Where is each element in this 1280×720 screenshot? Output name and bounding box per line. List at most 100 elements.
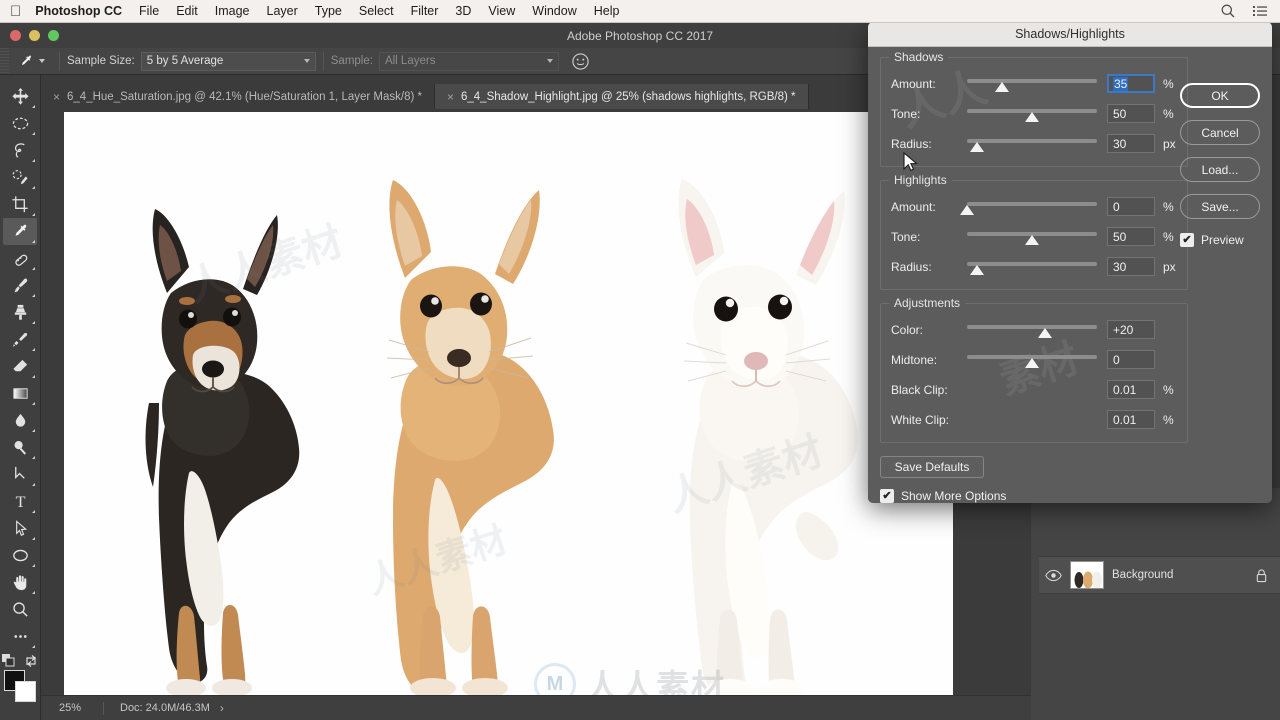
clone-stamp-tool[interactable] [3, 299, 37, 326]
cancel-button[interactable]: Cancel [1180, 120, 1260, 145]
shadows-radius-value: 30 [1113, 136, 1127, 151]
sample-size-value: 5 by 5 Average [146, 55, 224, 67]
save-button[interactable]: Save... [1180, 194, 1260, 219]
shadows-radius-slider[interactable] [967, 135, 1097, 153]
slider-thumb[interactable] [970, 141, 985, 152]
lasso-tool[interactable] [3, 137, 37, 164]
sample-size-select[interactable]: 5 by 5 Average [140, 51, 316, 71]
sample-ring-icon[interactable] [571, 52, 590, 71]
zoom-tool[interactable] [3, 596, 37, 623]
tool-flyout-indicator [32, 456, 35, 459]
eyedropper-tool[interactable] [3, 218, 37, 245]
highlights-tone-input[interactable]: 50 [1107, 227, 1155, 246]
gradient-tool[interactable] [3, 380, 37, 407]
adjustments-color-slider[interactable] [967, 321, 1097, 339]
adjustments-white-clip-input[interactable]: 0.01 [1107, 410, 1155, 429]
adjustments-color-value: +20 [1113, 322, 1134, 337]
menu-item-edit[interactable]: Edit [176, 4, 198, 18]
type-tool[interactable]: T [3, 488, 37, 515]
slider-thumb[interactable] [1025, 357, 1039, 368]
adjustments-color-input[interactable]: +20 [1107, 320, 1155, 339]
document-tab-hue-saturation[interactable]: × 6_4_Hue_Saturation.jpg @ 42.1% (Hue/Sa… [41, 84, 435, 109]
menu-item-file[interactable]: File [139, 4, 159, 18]
pen-tool[interactable] [3, 461, 37, 488]
menu-item-select[interactable]: Select [359, 4, 394, 18]
default-colors-icon[interactable] [2, 654, 16, 668]
status-menu-arrow-icon[interactable]: › [220, 701, 224, 715]
layer-row-background[interactable]: Background [1039, 556, 1280, 594]
adjustments-midtone-input[interactable]: 0 [1107, 350, 1155, 369]
slider-thumb[interactable] [995, 81, 1010, 92]
sample-select[interactable]: All Layers [378, 51, 559, 71]
menu-item-photoshop[interactable]: Photoshop CC [35, 4, 122, 18]
slider-thumb[interactable] [1025, 234, 1039, 245]
highlights-amount-slider[interactable] [960, 198, 1097, 216]
minimize-button[interactable] [29, 30, 40, 41]
adjustments-black-clip-input[interactable]: 0.01 [1107, 380, 1155, 399]
preview-checkbox[interactable]: ✔ [1180, 233, 1194, 247]
slider-thumb[interactable] [1025, 111, 1039, 122]
close-button[interactable] [10, 30, 21, 41]
zoom-button[interactable] [48, 30, 59, 41]
brush-tool[interactable] [3, 272, 37, 299]
menu-item-type[interactable]: Type [315, 4, 342, 18]
search-icon[interactable] [1220, 3, 1236, 19]
menu-item-view[interactable]: View [488, 4, 515, 18]
zoom-level[interactable]: 25% [41, 702, 103, 714]
eraser-tool[interactable] [3, 353, 37, 380]
menu-item-help[interactable]: Help [594, 4, 620, 18]
slider-thumb[interactable] [960, 204, 974, 215]
crop-tool[interactable] [3, 191, 37, 218]
shadows-tone-slider[interactable] [967, 105, 1097, 123]
highlights-tone-slider[interactable] [967, 228, 1097, 246]
marquee-tool[interactable] [3, 110, 37, 137]
close-icon[interactable]: × [53, 91, 60, 103]
swap-colors-icon[interactable] [24, 654, 38, 668]
path-selection-tool[interactable] [3, 515, 37, 542]
hand-tool[interactable] [3, 569, 37, 596]
slider-thumb[interactable] [1038, 327, 1052, 338]
lock-icon[interactable] [1255, 568, 1268, 583]
menu-item-3d[interactable]: 3D [455, 4, 471, 18]
show-more-options-row[interactable]: ✔ Show More Options [880, 489, 1260, 503]
menu-item-image[interactable]: Image [215, 4, 250, 18]
tool-flyout-indicator [32, 348, 35, 351]
save-defaults-button[interactable]: Save Defaults [880, 456, 984, 478]
move-tool[interactable] [3, 83, 37, 110]
preview-row[interactable]: ✔ Preview [1180, 233, 1260, 247]
background-color-swatch[interactable] [15, 681, 36, 702]
quick-selection-tool[interactable] [3, 164, 37, 191]
layer-thumbnail[interactable] [1070, 561, 1104, 589]
ok-button[interactable]: OK [1180, 83, 1260, 108]
healing-brush-tool[interactable] [3, 245, 37, 272]
menu-item-layer[interactable]: Layer [267, 4, 298, 18]
shape-tool[interactable] [3, 542, 37, 569]
highlights-amount-input[interactable]: 0 [1107, 197, 1155, 216]
shadows-amount-slider[interactable] [967, 75, 1097, 93]
load-button[interactable]: Load... [1180, 157, 1260, 182]
menu-item-window[interactable]: Window [532, 4, 576, 18]
history-brush-tool[interactable] [3, 326, 37, 353]
blur-tool[interactable] [3, 407, 37, 434]
options-bar-grip[interactable] [0, 48, 9, 74]
dodge-tool[interactable] [3, 434, 37, 461]
active-tool-preset[interactable] [9, 53, 52, 70]
shadows-radius-input[interactable]: 30 [1107, 134, 1155, 153]
shadows-amount-input[interactable]: 35 [1107, 74, 1155, 93]
slider-thumb[interactable] [970, 264, 985, 275]
document-artboard[interactable]: 人人素材 人人素材 人人素材 M 人人素材 [64, 112, 953, 695]
highlights-radius-slider[interactable] [967, 258, 1097, 276]
eye-icon[interactable] [1045, 569, 1062, 582]
adjustments-midtone-slider[interactable] [967, 351, 1097, 369]
shadows-tone-input[interactable]: 50 [1107, 104, 1155, 123]
document-tab-shadow-highlight[interactable]: × 6_4_Shadow_Highlight.jpg @ 25% (shadow… [434, 84, 809, 109]
chevron-down-icon[interactable] [39, 59, 45, 63]
highlights-radius-input[interactable]: 30 [1107, 257, 1155, 276]
show-more-options-checkbox[interactable]: ✔ [880, 489, 894, 503]
close-icon[interactable]: × [447, 91, 454, 103]
control-center-icon[interactable] [1252, 3, 1268, 19]
apple-logo-icon[interactable]:  [10, 4, 21, 19]
more-tools[interactable] [3, 623, 37, 650]
color-swatches[interactable] [4, 670, 36, 702]
menu-item-filter[interactable]: Filter [411, 4, 439, 18]
